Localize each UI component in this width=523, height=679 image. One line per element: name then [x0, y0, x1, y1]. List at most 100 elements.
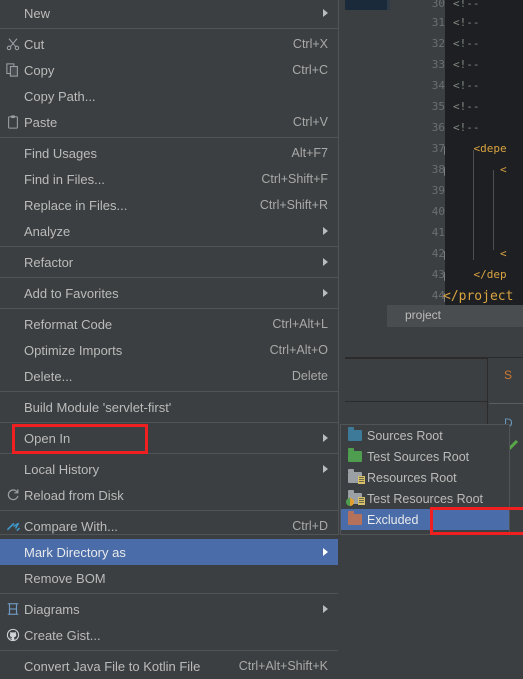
- line-number: 39: [431, 184, 445, 197]
- menu-separator: [0, 593, 338, 594]
- menu-item-accelerator: Ctrl+Shift+F: [261, 172, 328, 186]
- code-line: </dep: [447, 268, 507, 281]
- menu-item-copy-path[interactable]: Copy Path...: [0, 83, 338, 109]
- code-line: <!--: [453, 16, 480, 29]
- code-line: </project: [443, 289, 514, 304]
- scissors-icon: [5, 36, 21, 52]
- menu-separator: [0, 308, 338, 309]
- line-number: 35: [431, 100, 445, 113]
- folder-excluded-icon: [347, 511, 363, 528]
- menu-item-cut[interactable]: Cut Ctrl+X: [0, 31, 338, 57]
- menu-item-label: Paste: [24, 114, 58, 130]
- menu-item-optimize-imports[interactable]: Optimize Imports Ctrl+Alt+O: [0, 337, 338, 363]
- menu-item-new[interactable]: New: [0, 0, 338, 26]
- menu-item-diagrams[interactable]: Diagrams: [0, 596, 338, 622]
- chevron-right-icon: [323, 9, 328, 17]
- folder-resources-icon: [347, 469, 365, 486]
- context-menu[interactable]: New Cut Ctrl+X Copy Ctrl+C Copy Path... …: [0, 0, 339, 674]
- diagram-icon: [5, 601, 21, 617]
- menu-separator: [0, 246, 338, 247]
- menu-item-replace-in-files[interactable]: Replace in Files... Ctrl+Shift+R: [0, 192, 338, 218]
- chevron-right-icon: [323, 227, 328, 235]
- menu-item-paste[interactable]: Paste Ctrl+V: [0, 109, 338, 135]
- line-number: 33: [431, 58, 445, 71]
- menu-item-find-usages[interactable]: Find Usages Alt+F7: [0, 140, 338, 166]
- menu-item-local-history[interactable]: Local History: [0, 456, 338, 482]
- menu-item-create-gist[interactable]: Create Gist...: [0, 622, 338, 648]
- submenu-item-label: Sources Root: [367, 428, 443, 443]
- menu-item-find-in-files[interactable]: Find in Files... Ctrl+Shift+F: [0, 166, 338, 192]
- menu-separator: [0, 650, 338, 651]
- code-line: <: [447, 247, 507, 260]
- chevron-right-icon: [323, 548, 328, 556]
- chevron-right-icon: [323, 258, 328, 266]
- line-number: 42: [431, 247, 445, 260]
- menu-item-accelerator: Delete: [291, 369, 328, 383]
- menu-item-label: Mark Directory as: [24, 544, 126, 560]
- submenu-item-resources-root[interactable]: Resources Root: [341, 467, 509, 488]
- project-tree-panel[interactable]: [345, 10, 387, 320]
- github-icon: [5, 627, 21, 643]
- breadcrumb[interactable]: project: [387, 305, 523, 327]
- menu-item-label: Reformat Code: [24, 316, 113, 332]
- indent-guide: [493, 170, 494, 250]
- code-editor[interactable]: 30 31 32 33 34 35 36 37 38 39 40 41 42 4…: [390, 0, 523, 305]
- menu-item-reformat-code[interactable]: Reformat Code Ctrl+Alt+L: [0, 311, 338, 337]
- line-number: 31: [431, 16, 445, 29]
- menu-item-add-to-favorites[interactable]: Add to Favorites: [0, 280, 338, 306]
- menu-item-label: Diagrams: [24, 601, 80, 617]
- submenu-item-test-sources-root[interactable]: Test Sources Root: [341, 446, 509, 467]
- menu-item-reload-from-disk[interactable]: Reload from Disk: [0, 482, 338, 508]
- side-panel-s-label: S: [504, 368, 513, 382]
- menu-separator: [0, 510, 338, 511]
- code-line: <!--: [453, 37, 480, 50]
- menu-item-copy[interactable]: Copy Ctrl+C: [0, 57, 338, 83]
- code-text-area[interactable]: <!-- <!-- <!-- <!-- <!-- <!-- <!-- <depe…: [443, 0, 523, 305]
- mark-directory-as-submenu[interactable]: Sources Root Test Sources Root Resources…: [340, 424, 510, 535]
- menu-item-convert-java-to-kotlin[interactable]: Convert Java File to Kotlin File Ctrl+Al…: [0, 653, 338, 679]
- menu-item-analyze[interactable]: Analyze: [0, 218, 338, 244]
- menu-separator: [0, 422, 338, 423]
- menu-item-mark-directory-as[interactable]: Mark Directory as: [0, 539, 338, 565]
- code-line: <!--: [453, 121, 480, 134]
- menu-item-label: Reload from Disk: [24, 487, 124, 503]
- menu-separator: [0, 391, 338, 392]
- menu-item-label: Build Module 'servlet-first': [24, 399, 172, 415]
- submenu-item-label: Test Resources Root: [367, 491, 484, 506]
- tool-window-strip: [345, 0, 387, 10]
- menu-item-compare-with[interactable]: Compare With... Ctrl+D: [0, 513, 338, 539]
- copy-icon: [5, 62, 21, 78]
- code-line: <depe: [447, 142, 507, 155]
- submenu-item-excluded[interactable]: Excluded: [341, 509, 509, 530]
- menu-item-label: Find in Files...: [24, 171, 105, 187]
- menu-item-label: Open In: [24, 430, 71, 446]
- menu-item-label: Copy Path...: [24, 88, 96, 104]
- menu-item-label: Local History: [24, 461, 100, 477]
- code-line: <!--: [453, 58, 480, 71]
- line-number: 34: [431, 79, 445, 92]
- menu-item-label: Cut: [24, 36, 45, 52]
- line-number: 44: [431, 289, 445, 302]
- menu-separator: [0, 453, 338, 454]
- submenu-item-test-resources-root[interactable]: Test Resources Root: [341, 488, 509, 509]
- line-number: 38: [431, 163, 445, 176]
- menu-item-open-in[interactable]: Open In: [0, 425, 338, 451]
- menu-item-build-module[interactable]: Build Module 'servlet-first': [0, 394, 338, 420]
- tool-panel-row-1[interactable]: [345, 358, 488, 402]
- menu-item-label: New: [24, 5, 51, 21]
- menu-item-accelerator: Ctrl+C: [292, 63, 328, 77]
- menu-item-accelerator: Ctrl+Alt+Shift+K: [238, 659, 328, 673]
- menu-item-label: Optimize Imports: [24, 342, 123, 358]
- line-number: 41: [431, 226, 445, 239]
- side-panel-s[interactable]: S: [489, 358, 523, 400]
- submenu-item-sources-root[interactable]: Sources Root: [341, 425, 509, 446]
- menu-item-label: Compare With...: [24, 518, 118, 534]
- editor-gutter[interactable]: 30 31 32 33 34 35 36 37 38 39 40 41 42 4…: [390, 0, 453, 305]
- menu-item-delete[interactable]: Delete... Delete: [0, 363, 338, 389]
- menu-separator: [0, 28, 338, 29]
- menu-item-label: Refactor: [24, 254, 74, 270]
- menu-item-remove-bom[interactable]: Remove BOM: [0, 565, 338, 591]
- menu-item-refactor[interactable]: Refactor: [0, 249, 338, 275]
- line-number: 37: [431, 142, 445, 155]
- menu-separator: [0, 137, 338, 138]
